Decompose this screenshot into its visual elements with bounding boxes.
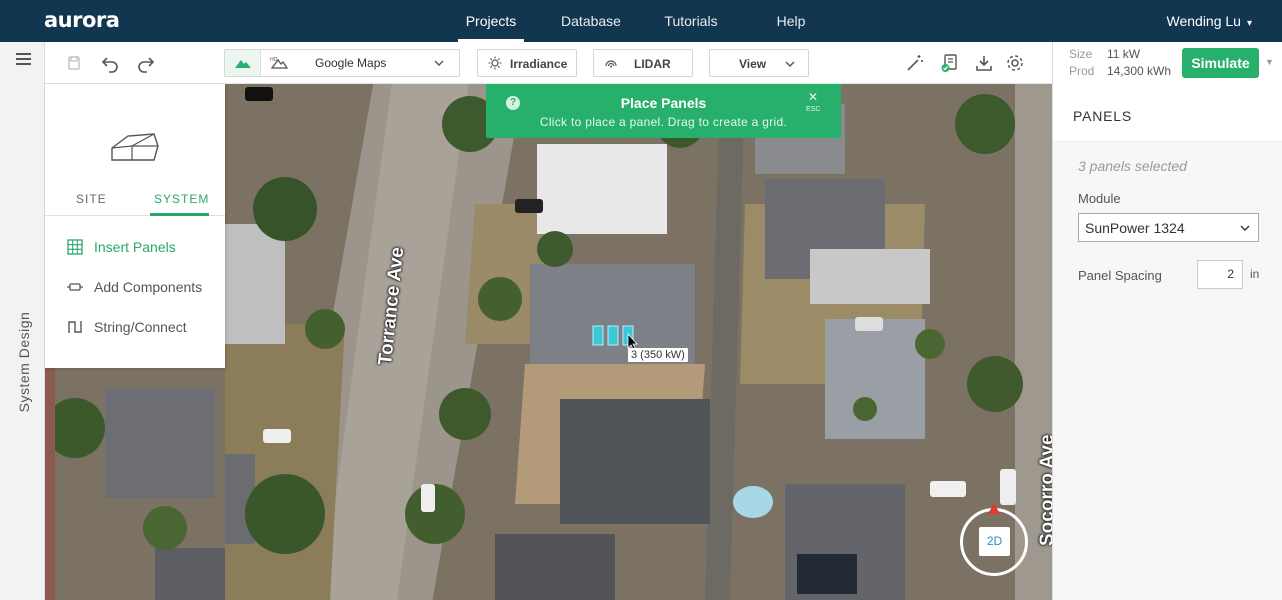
selection-count: 3 panels selected <box>1078 158 1187 174</box>
undo-icon[interactable] <box>98 51 122 75</box>
map-canvas[interactable]: Torrance Ave Socorro Ave <box>225 84 1052 600</box>
nav-database[interactable]: Database <box>556 0 626 42</box>
tab-site[interactable]: SITE <box>76 192 107 206</box>
simulate-button[interactable]: Simulate <box>1182 48 1259 78</box>
close-icon[interactable]: ✕ <box>808 90 818 104</box>
view-dropdown[interactable]: View <box>709 49 809 77</box>
panel-spacing-unit: in <box>1250 267 1260 281</box>
prod-value: 14,300 kWh <box>1107 64 1172 78</box>
active-tab-indicator <box>150 213 209 216</box>
gear-icon[interactable] <box>1003 51 1027 75</box>
site-tabs: SITE SYSTEM <box>45 184 225 216</box>
place-panels-toast: ? Place Panels Click to place a panel. D… <box>486 84 841 138</box>
toast-title: Place Panels <box>620 95 707 111</box>
toast-subtitle: Click to place a panel. Drag to create a… <box>539 115 788 129</box>
panels-properties: 3 panels selected Module SunPower 1324 P… <box>1053 142 1282 600</box>
user-menu[interactable]: Wending Lu ▾ <box>1167 0 1253 42</box>
chevron-down-icon <box>785 61 795 67</box>
chevron-down-icon <box>434 60 444 66</box>
panel-spacing-input[interactable]: 2 <box>1197 260 1243 289</box>
compass-north-icon <box>988 503 1000 514</box>
magic-wand-icon[interactable] <box>903 51 927 75</box>
panel-count-tooltip: 3 (350 kW) <box>628 348 688 362</box>
aerial-imagery-strip <box>45 368 225 600</box>
lidar-label: LIDAR <box>634 57 671 71</box>
nav-tutorials[interactable]: Tutorials <box>657 0 725 42</box>
prod-label: Prod <box>1069 64 1095 78</box>
toolbar: HD Google Maps Irradiance LIDAR View <box>45 42 1052 84</box>
user-name: Wending Lu <box>1166 13 1241 29</box>
module-select[interactable]: SunPower 1324 <box>1078 213 1259 242</box>
left-rail: System Design <box>0 42 45 600</box>
terrain-3d-icon: HD <box>270 57 288 69</box>
map-canvas-lower-left[interactable] <box>45 368 225 600</box>
street-label-socorro: Socorro Ave <box>1037 434 1052 546</box>
right-panel: Size 11 kW Prod 14,300 kWh Simulate ▼ PA… <box>1052 42 1282 600</box>
redo-icon[interactable] <box>134 51 158 75</box>
nav-projects[interactable]: Projects <box>458 0 524 42</box>
chevron-down-icon[interactable]: ▼ <box>1265 57 1274 67</box>
svg-text:HD: HD <box>270 57 278 63</box>
aurora-logo[interactable]: aurora <box>44 8 120 32</box>
add-components-label: Add Components <box>94 279 203 295</box>
imagery-source-label: Google Maps <box>315 56 387 70</box>
panel-spacing-label: Panel Spacing <box>1078 268 1162 283</box>
site-system-panel: SITE SYSTEM Insert Panels Add Components… <box>45 84 225 368</box>
size-label: Size <box>1069 47 1093 61</box>
nav-help[interactable]: Help <box>770 0 812 42</box>
save-icon[interactable] <box>62 51 86 75</box>
string-icon <box>68 321 82 333</box>
string-connect-label: String/Connect <box>94 319 187 335</box>
irradiance-label: Irradiance <box>510 57 568 71</box>
view-mode-toggle[interactable]: 2D <box>979 527 1010 556</box>
tab-system[interactable]: SYSTEM <box>154 192 209 206</box>
imagery-selector[interactable]: HD Google Maps <box>224 49 460 77</box>
component-icon <box>67 283 83 291</box>
panels-title: PANELS <box>1073 108 1133 124</box>
chevron-down-icon: ▾ <box>1246 18 1252 29</box>
lidar-icon <box>605 60 617 68</box>
size-value: 11 kW <box>1107 47 1141 61</box>
grid-icon <box>67 239 83 255</box>
report-check-icon[interactable] <box>938 51 962 75</box>
esc-hint: ESC <box>806 106 821 113</box>
mountain-icon <box>235 60 251 68</box>
terrain-toggle[interactable] <box>225 50 261 76</box>
rail-label-system-design[interactable]: System Design <box>16 312 32 413</box>
menu-icon[interactable] <box>16 53 31 66</box>
module-label: Module <box>1078 191 1121 206</box>
3d-terrain-toggle[interactable]: HD <box>261 50 297 76</box>
house-icon <box>111 133 159 161</box>
sun-icon <box>488 56 502 70</box>
download-icon[interactable] <box>972 51 996 75</box>
view-label: View <box>739 57 767 71</box>
insert-panels-label: Insert Panels <box>94 239 176 255</box>
top-nav: aurora Projects Database Tutorials Help … <box>0 0 1282 42</box>
irradiance-button[interactable]: Irradiance <box>477 49 577 77</box>
module-value: SunPower 1324 <box>1085 220 1185 236</box>
lidar-button[interactable]: LIDAR <box>593 49 693 77</box>
aerial-imagery <box>225 84 1052 600</box>
panels-header: PANELS <box>1053 84 1282 142</box>
chevron-down-icon <box>1240 225 1250 231</box>
